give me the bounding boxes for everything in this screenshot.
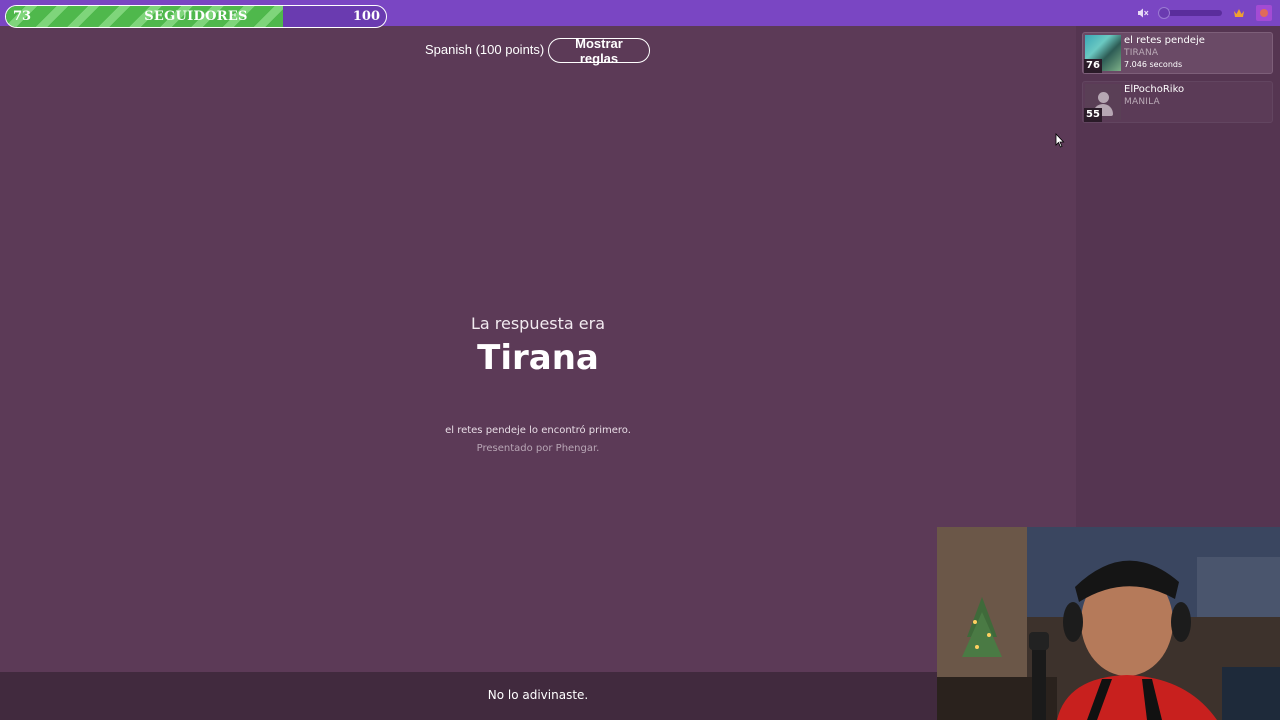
player-name: el retes pendeje [1124, 35, 1205, 46]
top-bar: SEGUIDORES 73 100 [0, 0, 1280, 28]
player-score: 76 [1084, 59, 1102, 73]
player-card[interactable]: 55 ElPochoRiko MANILA [1082, 81, 1273, 123]
webcam-overlay [937, 527, 1280, 720]
player-guess: MANILA [1124, 97, 1160, 107]
volume-slider-knob[interactable] [1158, 7, 1170, 19]
answer-word: Tirana [477, 338, 599, 378]
follower-current-count: 73 [13, 9, 32, 24]
player-time: 7.046 seconds [1124, 60, 1183, 69]
profile-icon[interactable] [1256, 5, 1272, 21]
player-name: ElPochoRiko [1124, 84, 1185, 95]
follower-goal-bar: SEGUIDORES 73 100 [5, 5, 387, 28]
player-card[interactable]: 76 el retes pendeje TIRANA 7.046 seconds [1082, 32, 1273, 74]
follower-target-count: 100 [352, 9, 380, 24]
answer-intro-text: La respuesta era [470, 314, 606, 333]
language-label: Spanish (100 points) [425, 42, 545, 57]
player-guess: TIRANA [1124, 48, 1159, 58]
top-right-controls [1136, 5, 1272, 21]
bottom-status-bar: No lo adivinaste. [0, 672, 1076, 720]
muted-speaker-icon[interactable] [1136, 6, 1150, 20]
show-rules-button[interactable]: Mostrar reglas [548, 36, 650, 66]
crown-icon[interactable] [1232, 7, 1246, 19]
first-finder-message: el retes pendeje lo encontró primero. [445, 425, 631, 436]
volume-slider[interactable] [1158, 7, 1222, 19]
player-score: 55 [1084, 108, 1102, 122]
follower-goal-label: SEGUIDORES [144, 9, 248, 24]
result-message: No lo adivinaste. [487, 688, 589, 702]
presented-by-text: Presentado por Phengar. [476, 443, 600, 454]
